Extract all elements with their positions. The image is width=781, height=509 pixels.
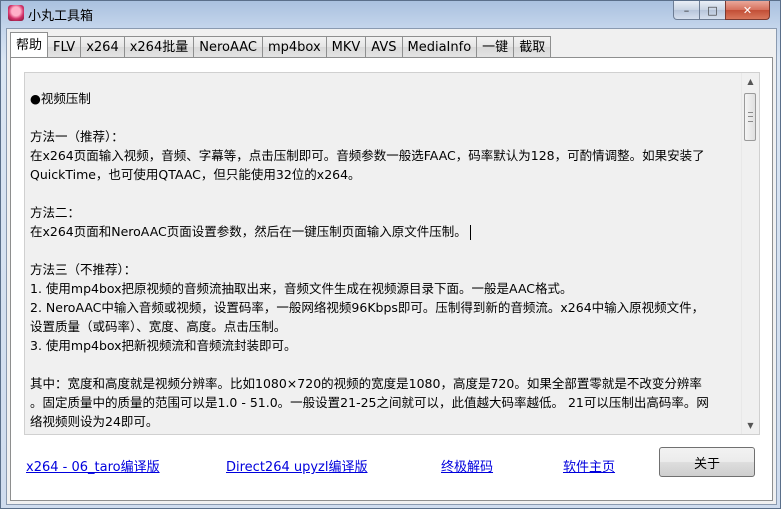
help-line: 方法一（推荐）：	[30, 129, 124, 144]
tab-mkv[interactable]: MKV	[325, 36, 367, 57]
vertical-scrollbar[interactable]: ▲ ▼	[741, 73, 759, 434]
help-line: 3. 使用mp4box把新视频流和音频流封装即可。	[30, 338, 297, 353]
help-line	[30, 108, 740, 127]
tab-avs[interactable]: AVS	[365, 36, 403, 57]
help-line: 设置质量（或码率）、宽度、高度。点击压制。	[30, 319, 287, 334]
window-title: 小丸工具箱	[28, 9, 94, 24]
tab-x264[interactable]: x264	[80, 36, 125, 57]
tab-mp4box[interactable]: mp4box	[261, 36, 327, 57]
tab-x264-batch[interactable]: x264批量	[123, 36, 195, 57]
help-line: 方法二：	[30, 205, 81, 220]
help-line	[30, 184, 740, 203]
tab-flv[interactable]: FLV	[47, 36, 82, 57]
tab-mediainfo[interactable]: MediaInfo	[401, 36, 478, 57]
help-line: 1. 使用mp4box把原视频的音频流抽取出来，音频文件生成在视频源目录下面。一…	[30, 281, 573, 296]
text-caret	[469, 225, 471, 240]
close-button[interactable]: ✕	[725, 1, 770, 20]
help-line: ●视频压制	[30, 91, 91, 106]
app-icon	[8, 5, 24, 21]
tab-clip[interactable]: 截取	[513, 36, 552, 57]
help-panel: ●视频压制 方法一（推荐）： 在x264页面输入视频，音频、字幕等，点击压制即可…	[10, 57, 773, 501]
client-area: 帮助 FLV x264 x264批量 NeroAAC mp4box MKV AV…	[6, 28, 777, 505]
tab-strip: 帮助 FLV x264 x264批量 NeroAAC mp4box MKV AV…	[10, 32, 552, 58]
title-bar[interactable]: 小丸工具箱 – □ ✕	[1, 1, 780, 27]
link-software-homepage[interactable]: 软件主页	[563, 456, 615, 475]
tab-help[interactable]: 帮助	[10, 32, 49, 57]
help-line: QuickTime，也可使用QTAAC，但只能使用32位的x264。	[30, 167, 361, 182]
scroll-thumb[interactable]	[744, 93, 756, 141]
minimize-button[interactable]: –	[673, 1, 700, 20]
maximize-button[interactable]: □	[699, 1, 726, 20]
scroll-up-icon[interactable]: ▲	[743, 74, 758, 89]
link-ultimate-codec[interactable]: 终极解码	[441, 456, 493, 475]
link-direct264-upyzl[interactable]: Direct264 upyzl编译版	[226, 456, 368, 475]
help-line	[30, 355, 740, 374]
help-text: ●视频压制 方法一（推荐）： 在x264页面输入视频，音频、字幕等，点击压制即可…	[30, 89, 740, 431]
scroll-down-icon[interactable]: ▼	[743, 418, 758, 433]
help-line-text: 在x264页面和NeroAAC页面设置参数，然后在一键压制页面输入原文件压制。	[30, 224, 467, 239]
help-line: 络视频则设为24即可。	[30, 414, 159, 429]
tab-neroaac[interactable]: NeroAAC	[193, 36, 263, 57]
help-line	[30, 241, 740, 260]
app-window: 小丸工具箱 – □ ✕ 帮助 FLV x264 x264批量 NeroAAC m…	[0, 0, 781, 509]
help-line: 。固定质量中的质量的范围可以是1.0 - 51.0。一般设置21-25之间就可以…	[30, 395, 709, 410]
help-line: 方法三（不推荐）：	[30, 262, 137, 277]
help-line: 在x264页面和NeroAAC页面设置参数，然后在一键压制页面输入原文件压制。	[30, 222, 740, 241]
link-x264-taro[interactable]: x264 - 06_taro编译版	[26, 456, 160, 475]
help-line: 在x264页面输入视频，音频、字幕等，点击压制即可。音频参数一般选FAAC，码率…	[30, 148, 705, 163]
help-textbox[interactable]: ●视频压制 方法一（推荐）： 在x264页面输入视频，音频、字幕等，点击压制即可…	[24, 72, 760, 435]
tab-oneclick[interactable]: 一键	[476, 36, 515, 57]
about-button[interactable]: 关于	[659, 447, 755, 477]
help-line: 其中：宽度和高度就是视频分辨率。比如1080×720的视频的宽度是1080，高度…	[30, 376, 702, 391]
help-line: 2. NeroAAC中输入音频或视频，设置码率，一般网络视频96Kbps即可。压…	[30, 300, 705, 315]
